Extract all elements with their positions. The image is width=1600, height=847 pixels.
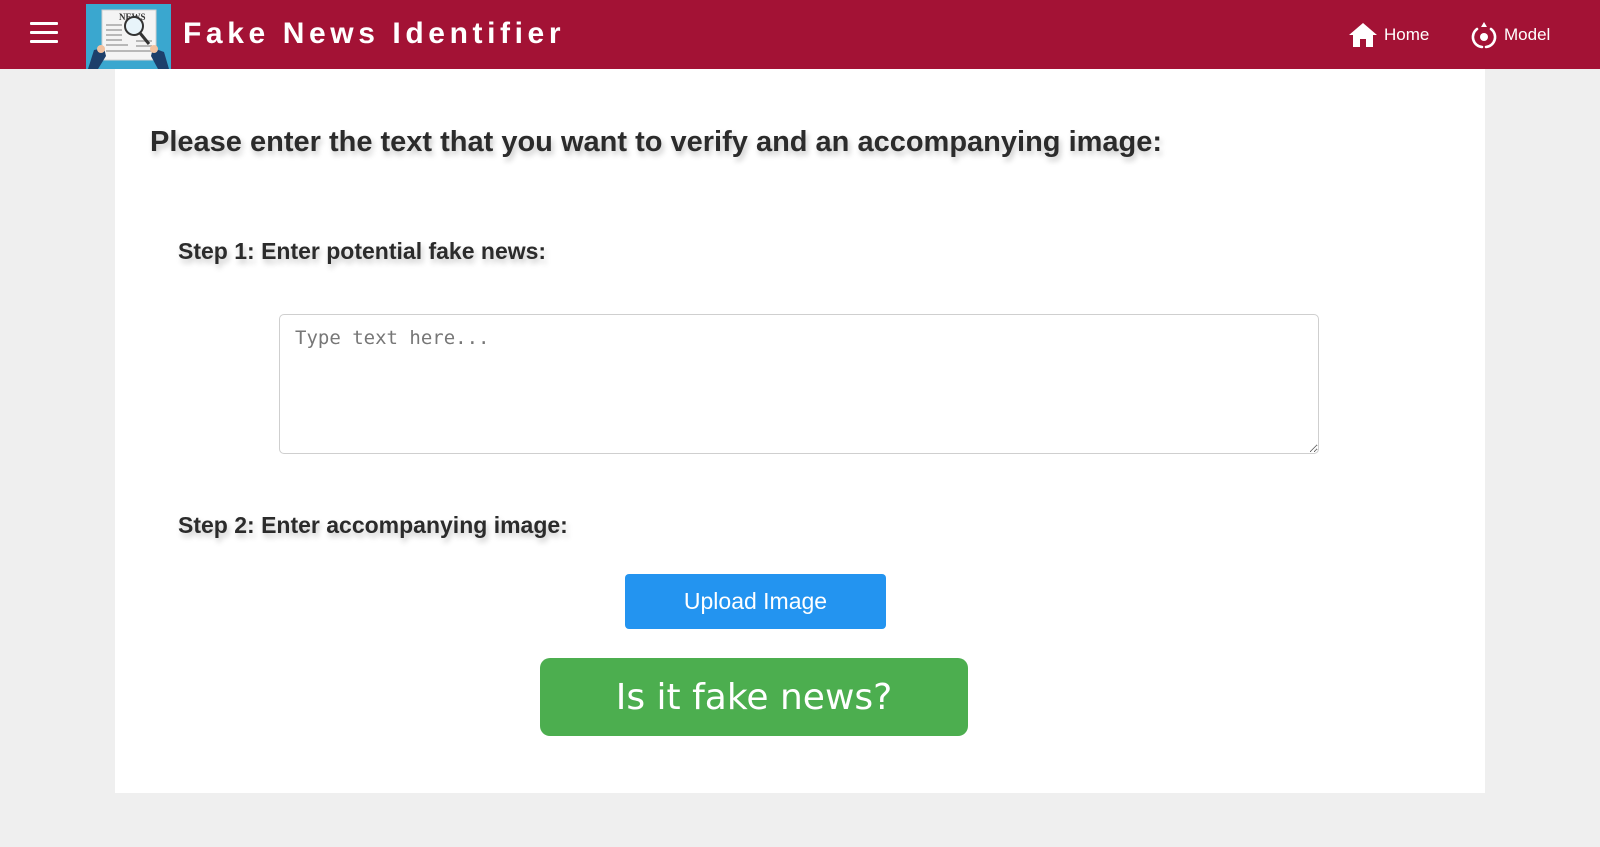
nav-model-label: Model bbox=[1504, 25, 1551, 44]
top-navigation-bar: NEWS Fake News Identifier Home bbox=[0, 0, 1600, 69]
step2-label: Step 2: Enter accompanying image: bbox=[178, 512, 568, 538]
home-icon bbox=[1349, 23, 1377, 47]
model-icon bbox=[1471, 22, 1497, 49]
step1-label: Step 1: Enter potential fake news: bbox=[178, 238, 547, 264]
check-fake-news-button[interactable]: Is it fake news? bbox=[540, 658, 968, 736]
news-text-input[interactable] bbox=[279, 314, 1319, 454]
app-title: Fake News Identifier bbox=[183, 17, 566, 50]
main-form-card: Please enter the text that you want to v… bbox=[115, 69, 1485, 793]
hamburger-menu-icon[interactable] bbox=[28, 22, 60, 48]
nav-home-link[interactable]: Home bbox=[1348, 20, 1429, 50]
page-heading: Please enter the text that you want to v… bbox=[150, 126, 1163, 158]
nav-home-label: Home bbox=[1384, 25, 1430, 44]
nav-model-link[interactable]: Model bbox=[1470, 20, 1550, 50]
upload-image-button[interactable]: Upload Image bbox=[625, 574, 886, 629]
newspaper-magnifier-logo: NEWS bbox=[86, 4, 171, 69]
